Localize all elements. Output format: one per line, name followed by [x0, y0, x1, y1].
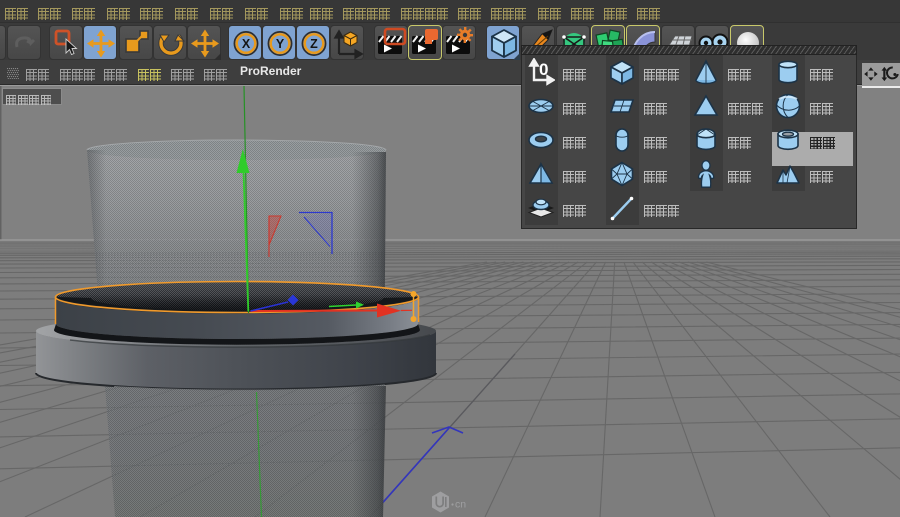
svg-text:Y: Y: [276, 37, 285, 51]
svg-text:X: X: [242, 37, 251, 51]
svg-text:Z: Z: [310, 37, 318, 51]
svg-text:cn: cn: [455, 499, 466, 511]
svg-text:0: 0: [539, 60, 548, 79]
